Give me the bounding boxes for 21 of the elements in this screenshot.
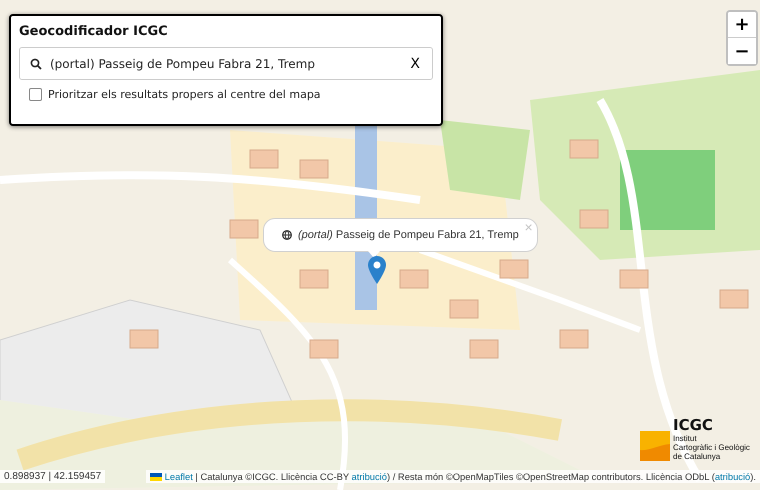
zoom-in-button[interactable]: + [728,12,756,38]
attribution-link[interactable]: atribució [714,471,750,482]
map-marker-icon [368,256,386,284]
logo-name: ICGC [673,416,714,434]
logo-text: Cartogràfic i Geològic [673,443,750,452]
panel-title: Geocodificador ICGC [19,24,169,39]
attribution-text: Leaflet | Catalunya ©ICGC. Llicència CC-BY atribució) / Resta món ©OpenMapTiles ©OpenStreetMap contributors. Llicència ODbL (atribució). [164,471,756,482]
flag-icon [150,472,162,480]
checkbox-label: Prioritzar els resultats propers al centre del mapa [48,88,321,101]
attribution-link[interactable]: Leaflet [164,471,193,482]
clear-button[interactable]: X [408,56,422,72]
search-icon [30,58,42,70]
search-field[interactable]: (portal) Passeig de Pompeu Fabra 21, Tremp X [19,47,433,80]
coordinates-text: 0.898937 | 42.159457 [0,470,106,483]
logo-text: de Catalunya [673,452,722,461]
popup-text: (portal) Passeig de Pompeu Fabra 21, Tremp [298,229,519,241]
checkbox[interactable] [29,88,42,101]
logo-text: Institut [673,434,698,443]
globe-icon [282,230,292,240]
logo-icon [640,431,670,461]
attribution-link[interactable]: atribució [352,471,387,482]
